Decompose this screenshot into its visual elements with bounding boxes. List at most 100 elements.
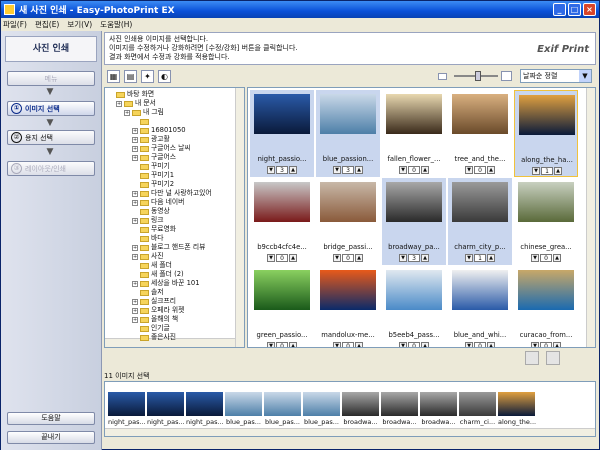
thumbnail-image[interactable]	[452, 182, 508, 222]
grid-view-icon[interactable]: ▤	[124, 69, 137, 83]
tree-item[interactable]: + 블로그 핸드폰 리뷰	[132, 243, 205, 252]
thumbnail-cell[interactable]: blue_and_whi... ▼ 0 ▲	[448, 266, 512, 347]
selected-image-thumbnail[interactable]	[303, 392, 340, 416]
expand-icon[interactable]: +	[132, 316, 138, 323]
tree-item[interactable]: +꾸미기	[132, 162, 170, 171]
step-layout-print[interactable]: ③ 레이아웃/인쇄	[7, 161, 95, 176]
tree-vertical-scrollbar[interactable]	[235, 88, 244, 347]
title-bar[interactable]: 새 사진 인쇄 - Easy-PhotoPrint EX _ □ ×	[1, 1, 599, 18]
step-image-select[interactable]: ① 이미지 선택	[7, 101, 95, 116]
thumbnail-cell[interactable]: tree_and_the... ▼ 0 ▲	[448, 90, 512, 177]
expand-icon[interactable]: +	[132, 244, 138, 251]
tree-item[interactable]: +인기글	[132, 324, 170, 333]
thumbnail-cell[interactable]: green_passio... ▼ 0 ▲	[250, 266, 314, 347]
select-all-icon[interactable]	[545, 351, 560, 365]
copies-count[interactable]: 0	[276, 253, 288, 262]
selected-image-thumbnail[interactable]	[498, 392, 535, 416]
thumbnail-cell[interactable]: chinese_grea... ▼ 0 ▲	[514, 178, 578, 265]
increase-copies-button[interactable]: ▲	[554, 166, 562, 175]
magic-icon[interactable]: ✦	[141, 69, 154, 83]
thumbnail-image[interactable]	[386, 94, 442, 134]
thumbnail-cell[interactable]: night_passio... ▼ 3 ▲	[250, 90, 314, 177]
tree-item[interactable]: +	[132, 117, 151, 126]
selected-image[interactable]: broadwa...	[420, 392, 457, 429]
selected-image-thumbnail[interactable]	[225, 392, 262, 416]
selected-image[interactable]: night_pas...	[147, 392, 185, 429]
thumbnail-image[interactable]	[452, 270, 508, 310]
selected-image[interactable]: along_the...	[498, 392, 536, 429]
tree-item[interactable]: + 다만 널 사랑하고있어	[132, 189, 212, 198]
tray-scrollbar[interactable]	[105, 428, 595, 436]
thumbnail-cell[interactable]: charm_city_p... ▼ 1 ▲	[448, 178, 512, 265]
expand-icon[interactable]: +	[116, 100, 122, 107]
help-button[interactable]: 도움말	[7, 412, 95, 425]
decrease-copies-button[interactable]: ▼	[399, 165, 407, 174]
thumbnail-view-icon[interactable]: ▦	[107, 69, 120, 83]
thumbnail-cell[interactable]: bridge_passi... ▼ 0 ▲	[316, 178, 380, 265]
menu-edit[interactable]: 편집(E)	[35, 19, 59, 30]
tree-item[interactable]: +무료영화	[132, 225, 176, 234]
expand-icon[interactable]: +	[124, 109, 130, 116]
deselect-icon[interactable]	[525, 351, 539, 365]
copies-count[interactable]: 1	[541, 166, 553, 175]
expand-icon[interactable]: +	[132, 136, 138, 143]
tree-item[interactable]: +16801050	[132, 126, 186, 135]
tree-item[interactable]: +새 폴더	[132, 261, 172, 270]
selected-image[interactable]: charm_ci...	[459, 392, 496, 429]
selected-image[interactable]: blue_pas...	[303, 392, 340, 429]
tree-item[interactable]: + 링크	[132, 216, 164, 225]
maximize-button[interactable]: □	[568, 3, 581, 16]
tree-item[interactable]: + 올해의 책	[132, 315, 178, 324]
selected-image-thumbnail[interactable]	[108, 392, 145, 416]
decrease-copies-button[interactable]: ▼	[333, 253, 341, 262]
decrease-copies-button[interactable]: ▼	[531, 341, 539, 347]
decrease-copies-button[interactable]: ▼	[399, 341, 407, 347]
thumbnail-image[interactable]	[254, 182, 310, 222]
tree-item[interactable]: + 실크프리	[132, 297, 176, 306]
increase-copies-button[interactable]: ▲	[487, 165, 495, 174]
selected-image[interactable]: broadwa...	[342, 392, 379, 429]
grid-vertical-scrollbar[interactable]	[586, 88, 595, 347]
copies-count[interactable]: 0	[540, 341, 552, 347]
selected-image-thumbnail[interactable]	[459, 392, 496, 416]
increase-copies-button[interactable]: ▲	[355, 253, 363, 262]
decrease-copies-button[interactable]: ▼	[465, 165, 473, 174]
thumbnail-image[interactable]	[320, 270, 376, 310]
decrease-copies-button[interactable]: ▼	[465, 341, 473, 347]
expand-icon[interactable]: +	[132, 298, 138, 305]
copies-count[interactable]: 3	[342, 165, 354, 174]
zoom-slider-knob[interactable]	[475, 71, 481, 81]
tree-item[interactable]: +동영상	[132, 207, 170, 216]
tree-item[interactable]: + 내 문서	[116, 99, 156, 108]
sort-select[interactable]: 날짜순 정렬 ▼	[520, 69, 592, 83]
increase-copies-button[interactable]: ▲	[487, 341, 495, 347]
thumbnail-cell[interactable]: blue_passion... ▼ 3 ▲	[316, 90, 380, 177]
thumbnail-image[interactable]	[254, 270, 310, 310]
thumbnail-image[interactable]	[386, 270, 442, 310]
thumbnail-cell[interactable]: b9ccb4cfc4e... ▼ 0 ▲	[250, 178, 314, 265]
tree-item[interactable]: +바탕 화면	[108, 90, 154, 99]
copies-count[interactable]: 0	[408, 165, 420, 174]
selected-image-thumbnail[interactable]	[342, 392, 379, 416]
tree-item[interactable]: +꾸미기2	[132, 180, 174, 189]
thumbnail-image[interactable]	[320, 94, 376, 134]
increase-copies-button[interactable]: ▲	[421, 341, 429, 347]
copies-count[interactable]: 0	[540, 253, 552, 262]
selected-image-thumbnail[interactable]	[264, 392, 301, 416]
tree-item[interactable]: +새 폴더 (2)	[132, 270, 184, 279]
increase-copies-button[interactable]: ▲	[355, 165, 363, 174]
expand-icon[interactable]: +	[132, 280, 138, 287]
zoom-slider[interactable]	[454, 71, 498, 81]
thumbnail-cell[interactable]: b5eeb4_pass... ▼ 0 ▲	[382, 266, 446, 347]
expand-icon[interactable]: +	[132, 190, 138, 197]
tree-item[interactable]: + 다음 네이버	[132, 198, 184, 207]
decrease-copies-button[interactable]: ▼	[465, 253, 473, 262]
expand-icon[interactable]: +	[132, 127, 138, 134]
copies-count[interactable]: 3	[408, 253, 420, 262]
selected-image[interactable]: night_pas...	[186, 392, 224, 429]
thumbnail-image[interactable]	[518, 270, 574, 310]
decrease-copies-button[interactable]: ▼	[267, 341, 275, 347]
decrease-copies-button[interactable]: ▼	[531, 253, 539, 262]
copies-count[interactable]: 0	[276, 341, 288, 347]
thumbnail-image[interactable]	[452, 94, 508, 134]
